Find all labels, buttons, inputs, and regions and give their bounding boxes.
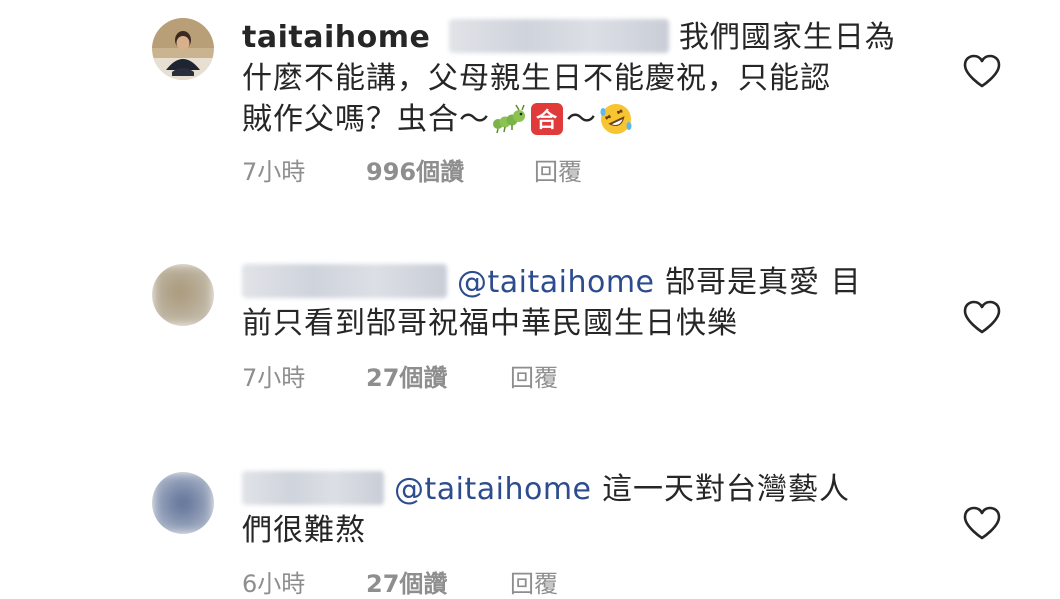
comment-username[interactable]: taitaihome: [242, 20, 430, 55]
redacted-mention: [448, 19, 669, 53]
redacted-username: [242, 264, 447, 298]
comment-time: 6小時: [242, 570, 306, 598]
avatar-photo-blurred: [152, 264, 214, 326]
avatar[interactable]: [152, 472, 214, 534]
mention-link[interactable]: @taitaihome: [394, 472, 592, 507]
avatar-photo-blurred: [152, 472, 214, 534]
avatar[interactable]: [152, 264, 214, 326]
heart-outline-icon[interactable]: [962, 53, 1002, 89]
redacted-username: [242, 471, 384, 505]
comment-text-line3a: 賊作父嗎？虫合～: [242, 102, 490, 137]
avatar-photo: [152, 18, 214, 80]
avatar[interactable]: [152, 18, 214, 80]
comment-meta: 7小時 996個讚 回覆: [242, 152, 582, 187]
heart-outline-icon[interactable]: [962, 505, 1002, 541]
comment-text-line2: 什麼不能講，父母親生日不能慶祝，只能認: [242, 61, 831, 96]
comment-time: 7小時: [242, 364, 306, 392]
comment-line3: 賊作父嗎？虫合～ 合 ～: [242, 99, 902, 140]
comment-line: @taitaihome 郜哥是真愛 目: [242, 262, 902, 303]
comment-text-line1: 我們國家生日為: [678, 20, 896, 55]
comment-text-line2: 們很難熬: [242, 513, 366, 548]
heart-outline-icon[interactable]: [962, 299, 1002, 335]
comment-text: taitaihome 我們國家生日為 什麼不能講，父母親生日不能慶祝，只能認 賊…: [242, 17, 902, 140]
comment-likes[interactable]: 27個讚: [366, 358, 510, 393]
svg-text:合: 合: [536, 108, 558, 132]
comment-meta: 6小時 27個讚 回覆: [242, 564, 558, 599]
bug-emoji: [493, 104, 525, 134]
comment-text-line2: 前只看到郜哥祝福中華民國生日快樂: [242, 306, 738, 341]
comment-text-line3b: ～: [566, 102, 597, 137]
reply-button[interactable]: 回覆: [510, 564, 558, 599]
rolling-laughing-emoji: [600, 104, 632, 134]
comment-meta: 7小時 27個讚 回覆: [242, 358, 558, 393]
comment-line: @taitaihome 這一天對台灣藝人: [242, 469, 902, 510]
comment-likes[interactable]: 27個讚: [366, 564, 510, 599]
comment-text-line1: 郜哥是真愛 目: [665, 265, 862, 300]
he-character-emoji: 合: [531, 103, 563, 135]
comment-likes[interactable]: 996個讚: [366, 152, 534, 187]
comment-text: @taitaihome 郜哥是真愛 目 前只看到郜哥祝福中華民國生日快樂: [242, 262, 902, 344]
comment-time: 7小時: [242, 158, 306, 186]
comment-line: taitaihome 我們國家生日為: [242, 17, 902, 58]
comment-text: @taitaihome 這一天對台灣藝人 們很難熬: [242, 469, 902, 551]
mention-link[interactable]: @taitaihome: [457, 265, 655, 300]
reply-button[interactable]: 回覆: [534, 152, 582, 187]
comment-text-line1: 這一天對台灣藝人: [602, 472, 851, 507]
reply-button[interactable]: 回覆: [510, 358, 558, 393]
